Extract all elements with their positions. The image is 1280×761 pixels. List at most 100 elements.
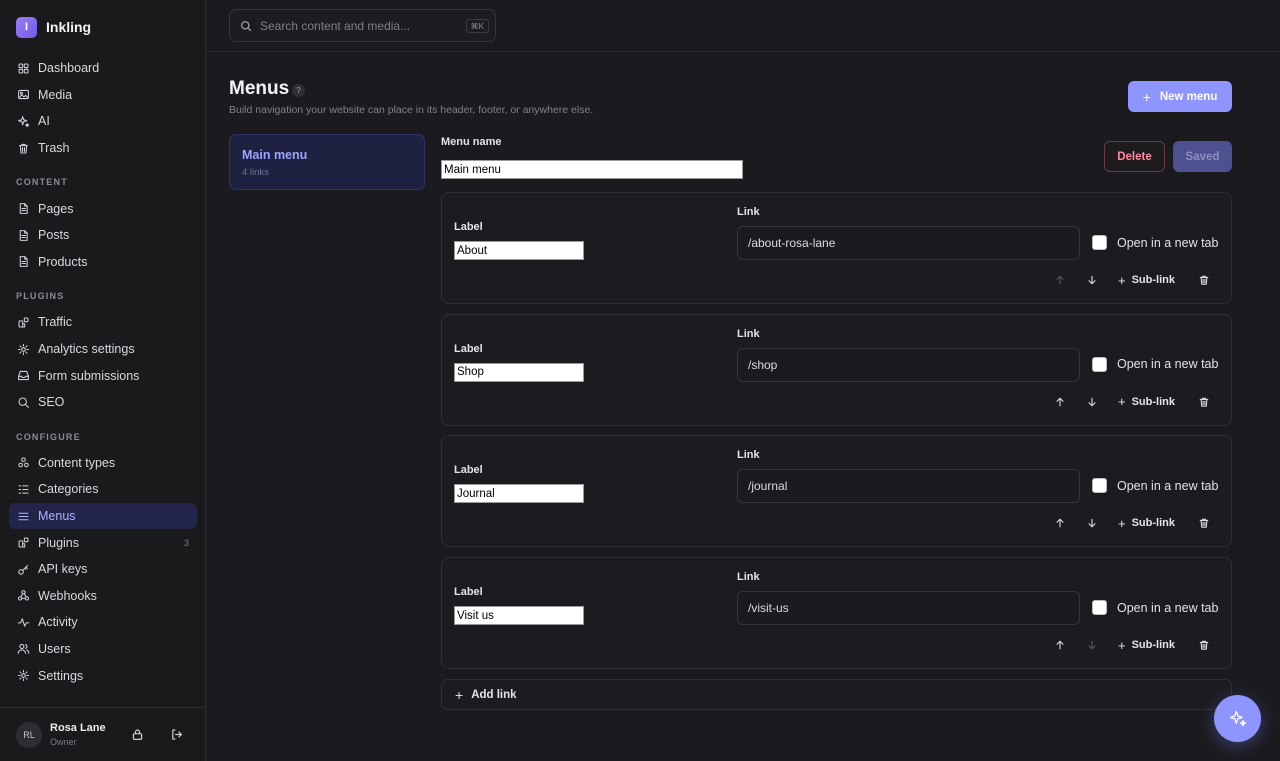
menu-link-card: Label Link Open in a new tab + Sub-link [441,435,1232,548]
sidebar-item-analytics-settings[interactable]: Analytics settings [9,336,197,363]
search-box[interactable]: ⌘K [229,9,496,42]
sublink-label: Sub-link [1131,274,1175,286]
link-url-input[interactable] [737,469,1080,504]
new-menu-button[interactable]: + New menu [1128,81,1232,112]
arrow-up-icon[interactable] [1054,274,1066,286]
link-label-input[interactable] [454,484,584,504]
sidebar-item-label: Pages [38,201,74,216]
arrow-down-icon[interactable] [1086,639,1098,651]
webhook-icon [17,590,30,601]
arrow-down-icon[interactable] [1086,396,1098,408]
menu-name-input[interactable] [441,160,743,179]
open-new-tab-toggle[interactable]: Open in a new tab [1092,235,1218,250]
add-sublink-button[interactable]: + Sub-link [1118,273,1175,288]
sidebar-item-label: Content types [38,455,116,470]
open-new-tab-checkbox[interactable] [1092,235,1107,250]
trash-icon[interactable] [1198,396,1210,408]
count-badge: 3 [183,537,189,548]
shapes-icon [18,457,29,468]
sidebar-item-label: SEO [38,395,65,410]
trash-icon[interactable] [1198,639,1210,651]
sidebar-item-label: Form submissions [38,368,140,383]
open-new-tab-checkbox[interactable] [1092,478,1107,494]
arrow-up-icon[interactable] [1054,396,1066,408]
add-sublink-button[interactable]: + Sub-link [1118,638,1175,653]
delete-button[interactable]: Delete [1104,141,1165,172]
document-icon [19,229,28,241]
sidebar-item-seo[interactable]: SEO [9,389,197,416]
sidebar-item-activity[interactable]: Activity [9,609,197,636]
saved-button[interactable]: Saved [1173,141,1232,172]
sidebar: I Inkling Dashboard Media AI Trash CONTENT Pa… [0,0,206,761]
plus-icon: + [1118,637,1126,653]
arrow-down-icon[interactable] [1086,274,1098,286]
sidebar-item-plugins[interactable]: Plugins 3 [9,529,197,556]
sidebar-item-api-keys[interactable]: API keys [9,556,197,583]
new-menu-label: New menu [1159,90,1218,103]
link-label-caption: Label [454,586,483,599]
add-sublink-button[interactable]: + Sub-link [1118,394,1175,409]
open-new-tab-toggle[interactable]: Open in a new tab [1092,478,1218,494]
sidebar-item-dashboard[interactable]: Dashboard [9,55,197,82]
sidebar-item-ai[interactable]: AI [9,108,197,135]
link-label-caption: Label [454,221,483,233]
key-icon [18,564,29,575]
sidebar-item-media[interactable]: Media [9,82,197,109]
sparkle-icon [1229,710,1246,726]
link-url-input[interactable] [737,226,1080,260]
user-info: Rosa Lane Owner [50,722,120,747]
search-input[interactable] [260,18,460,33]
link-label-input[interactable] [454,241,584,260]
sidebar-item-categories[interactable]: Categories [9,476,197,503]
sidebar-item-label: Activity [38,615,78,630]
logout-icon[interactable] [170,728,183,741]
sidebar-item-form-submissions[interactable]: Form submissions [9,362,197,389]
trash-icon[interactable] [1198,274,1210,286]
open-new-tab-toggle[interactable]: Open in a new tab [1092,356,1218,372]
sidebar-item-settings[interactable]: Settings [9,662,197,689]
add-link-button[interactable]: + Add link [441,679,1232,710]
sidebar-item-label: Dashboard [38,61,100,76]
arrow-up-icon[interactable] [1054,517,1066,529]
open-new-tab-checkbox[interactable] [1092,356,1107,372]
plus-icon: + [1118,394,1126,410]
trash-icon[interactable] [1198,517,1210,529]
add-link-label: Add link [471,688,517,701]
avatar[interactable]: RL [16,721,42,748]
link-url-input[interactable] [737,591,1080,626]
sidebar-item-content-types[interactable]: Content types [9,450,197,477]
trash-icon [18,143,29,154]
sidebar-item-products[interactable]: Products [9,249,197,276]
sidebar-item-users[interactable]: Users [9,636,197,663]
sidebar-section-title: PLUGINS [16,291,65,302]
help-icon[interactable]: ? [292,84,305,97]
app-name: Inkling [46,19,92,35]
open-new-tab-toggle[interactable]: Open in a new tab [1092,600,1218,616]
sidebar-item-webhooks[interactable]: Webhooks [9,583,197,610]
app-logo: I [16,16,37,38]
open-new-tab-checkbox[interactable] [1092,600,1107,616]
search-shortcut: ⌘K [465,19,489,33]
arrow-up-icon[interactable] [1054,639,1066,651]
menu-link-card: Label Link Open in a new tab + Sub-link [441,313,1232,426]
topbar: ⌘K [206,0,1280,52]
sidebar-item-traffic[interactable]: Traffic [9,309,197,336]
lock-icon[interactable] [131,728,144,741]
arrow-down-icon[interactable] [1086,517,1098,529]
sublink-label: Sub-link [1131,639,1175,652]
page-title: Menus [229,78,290,99]
sidebar-item-posts[interactable]: Posts [9,222,197,249]
link-label-input[interactable] [454,362,584,382]
sidebar-item-trash[interactable]: Trash [9,135,197,162]
activity-icon [17,618,30,627]
ai-assistant-button[interactable] [1214,695,1261,742]
link-url-input[interactable] [737,347,1080,382]
menu-list-item-name: Main menu [242,148,308,162]
sidebar-item-pages[interactable]: Pages [9,195,197,222]
add-sublink-button[interactable]: + Sub-link [1118,516,1175,531]
menu-list-item[interactable]: Main menu 4 links [229,134,425,190]
sidebar-item-menus[interactable]: Menus [9,502,197,530]
brand[interactable]: I Inkling [16,16,91,38]
gear-icon [17,670,30,682]
link-label-input[interactable] [454,606,584,626]
